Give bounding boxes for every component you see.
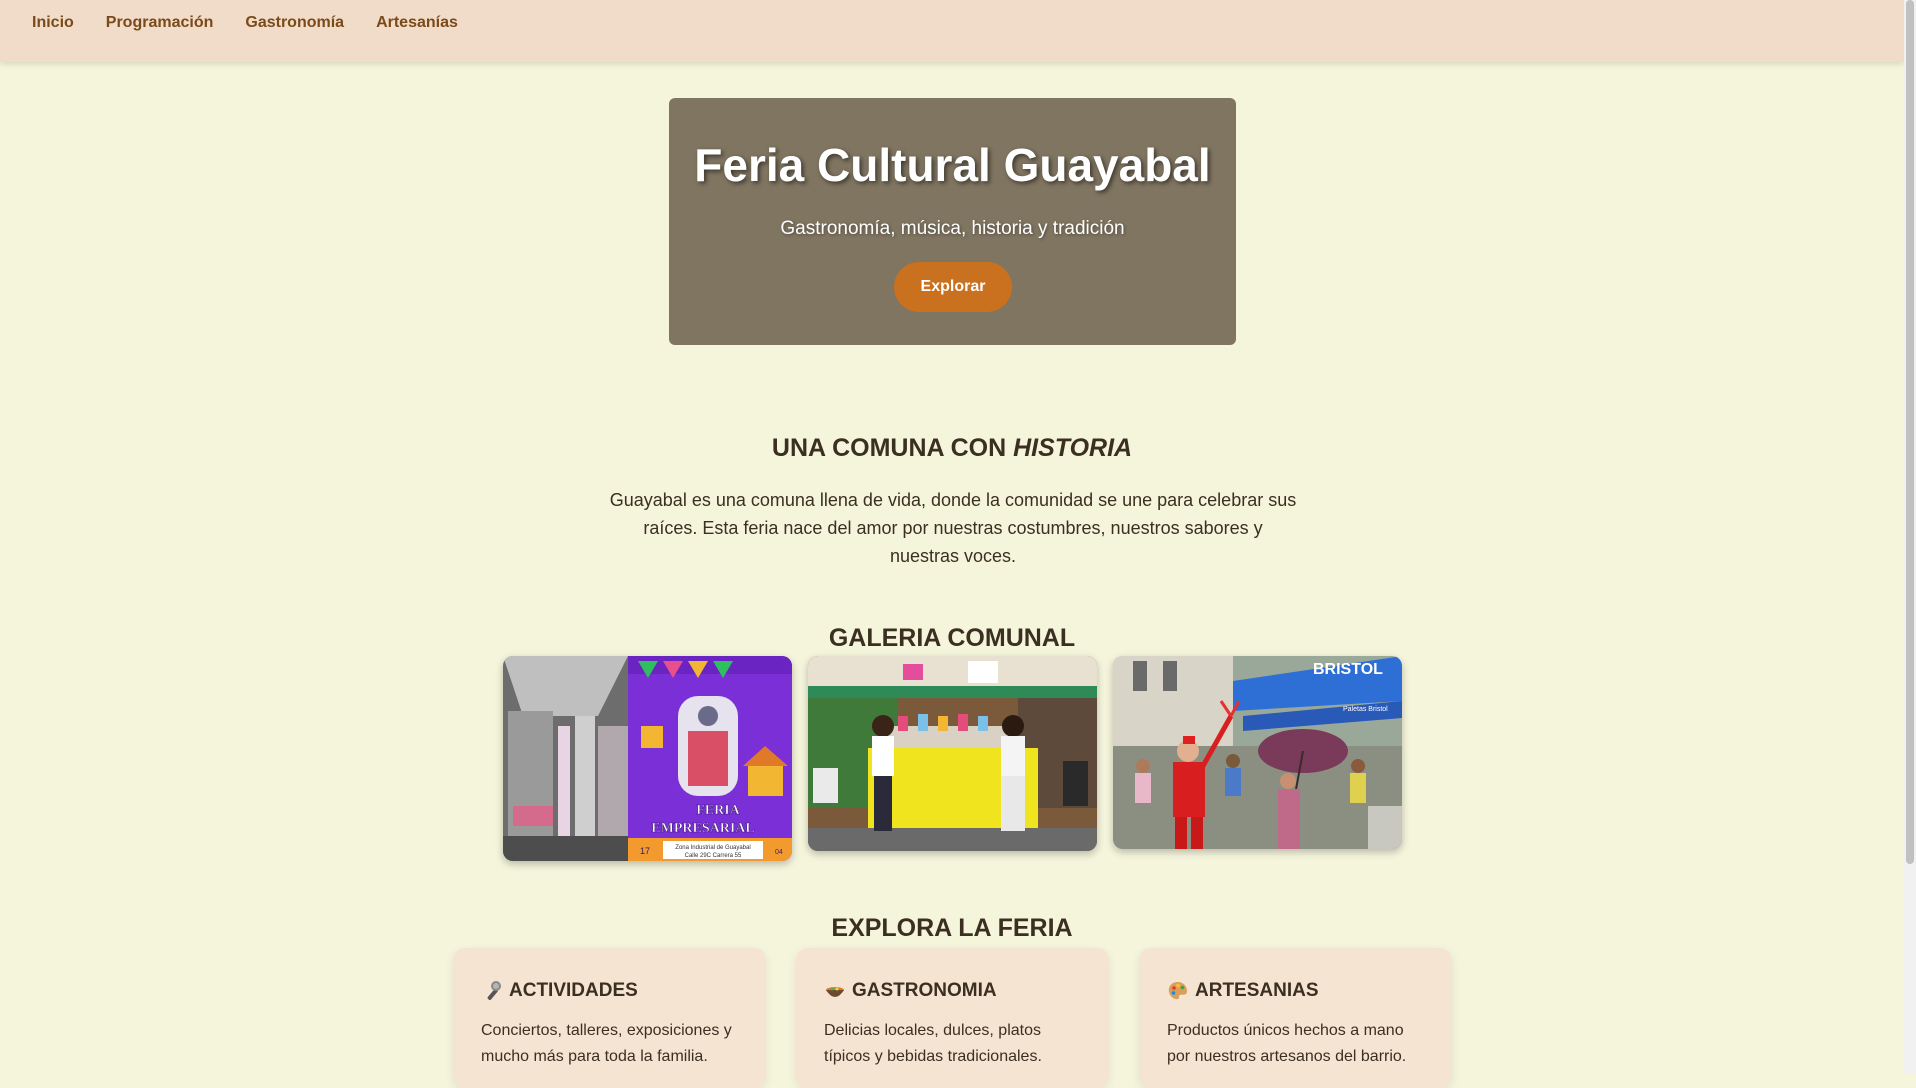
svg-text:EMPRESARIAL: EMPRESARIAL: [651, 821, 754, 836]
food-stand-image: [808, 656, 1097, 851]
svg-text:04: 04: [775, 849, 783, 856]
history-heading: UNA COMUNA CON HISTORIA: [0, 434, 1904, 463]
microphone-icon: [481, 980, 503, 1002]
street-performer-image: BRISTOL Paletas Bristol: [1113, 656, 1402, 849]
card-gastronomia-title-text: GASTRONOMIA: [852, 980, 997, 1001]
hero-subtitle: Gastronomía, música, historia y tradició…: [780, 218, 1125, 239]
card-artesanias-title: ARTESANIAS: [1167, 980, 1424, 1002]
svg-text:FERIA: FERIA: [696, 803, 740, 818]
hero-banner: Feria Cultural Guayabal Gastronomía, mús…: [669, 98, 1236, 345]
card-gastronomia[interactable]: GASTRONOMIA Delicias locales, dulces, pl…: [796, 948, 1109, 1088]
hero-title: Feria Cultural Guayabal: [694, 139, 1211, 191]
nav-link-gastronomia[interactable]: Gastronomía: [245, 14, 344, 32]
card-artesanias[interactable]: ARTESANIAS Productos únicos hechos a man…: [1139, 948, 1452, 1088]
card-gastronomia-text: Delicias locales, dulces, platos típicos…: [824, 1022, 1042, 1065]
palette-icon: [1167, 980, 1189, 1002]
card-gastronomia-title: GASTRONOMIA: [824, 980, 1081, 1002]
history-text: Guayabal es una comuna llena de vida, do…: [609, 490, 1297, 566]
card-actividades[interactable]: ACTIVIDADES Conciertos, talleres, exposi…: [453, 948, 766, 1088]
nav-link-programacion[interactable]: Programación: [106, 14, 214, 32]
gallery-photo-feria-empresarial[interactable]: FERIA EMPRESARIAL Zona Industrial de Gua…: [503, 656, 792, 861]
scrollbar-thumb[interactable]: [1906, 0, 1914, 864]
svg-text:Calle 29C Carrera 55: Calle 29C Carrera 55: [685, 853, 742, 859]
feria-empresarial-image: FERIA EMPRESARIAL Zona Industrial de Gua…: [503, 656, 792, 861]
card-actividades-title-text: ACTIVIDADES: [509, 980, 638, 1001]
page-scrollbar[interactable]: [1904, 0, 1916, 1074]
card-artesanias-title-text: ARTESANIAS: [1195, 980, 1319, 1001]
explore-heading: EXPLORA LA FERIA: [831, 914, 1073, 942]
gallery-heading: GALERIA COMUNAL: [828, 624, 1076, 652]
nav-link-inicio[interactable]: Inicio: [32, 14, 74, 32]
card-artesanias-text: Productos únicos hechos a mano por nuest…: [1167, 1022, 1407, 1065]
bristol-subsign-text: Paletas Bristol: [1343, 706, 1388, 713]
nav-link-artesanias[interactable]: Artesanías: [376, 14, 458, 32]
top-navigation: Inicio Programación Gastronomía Artesaní…: [0, 0, 1904, 62]
card-actividades-title: ACTIVIDADES: [481, 980, 738, 1002]
gallery-photo-street-performer[interactable]: BRISTOL Paletas Bristol: [1113, 656, 1402, 849]
bowl-icon: [824, 980, 846, 1002]
history-heading-emphasis: HISTORIA: [1013, 434, 1133, 462]
bristol-sign-text: BRISTOL: [1313, 661, 1383, 678]
explore-button[interactable]: Explorar: [894, 262, 1012, 312]
gallery-photo-food-stand[interactable]: [808, 656, 1097, 851]
card-actividades-text: Conciertos, talleres, exposiciones y muc…: [481, 1022, 732, 1065]
svg-text:Zona Industrial de Guayabal: Zona Industrial de Guayabal: [675, 845, 750, 851]
history-heading-plain: UNA COMUNA CON: [771, 434, 1014, 462]
svg-text:17: 17: [640, 846, 650, 856]
